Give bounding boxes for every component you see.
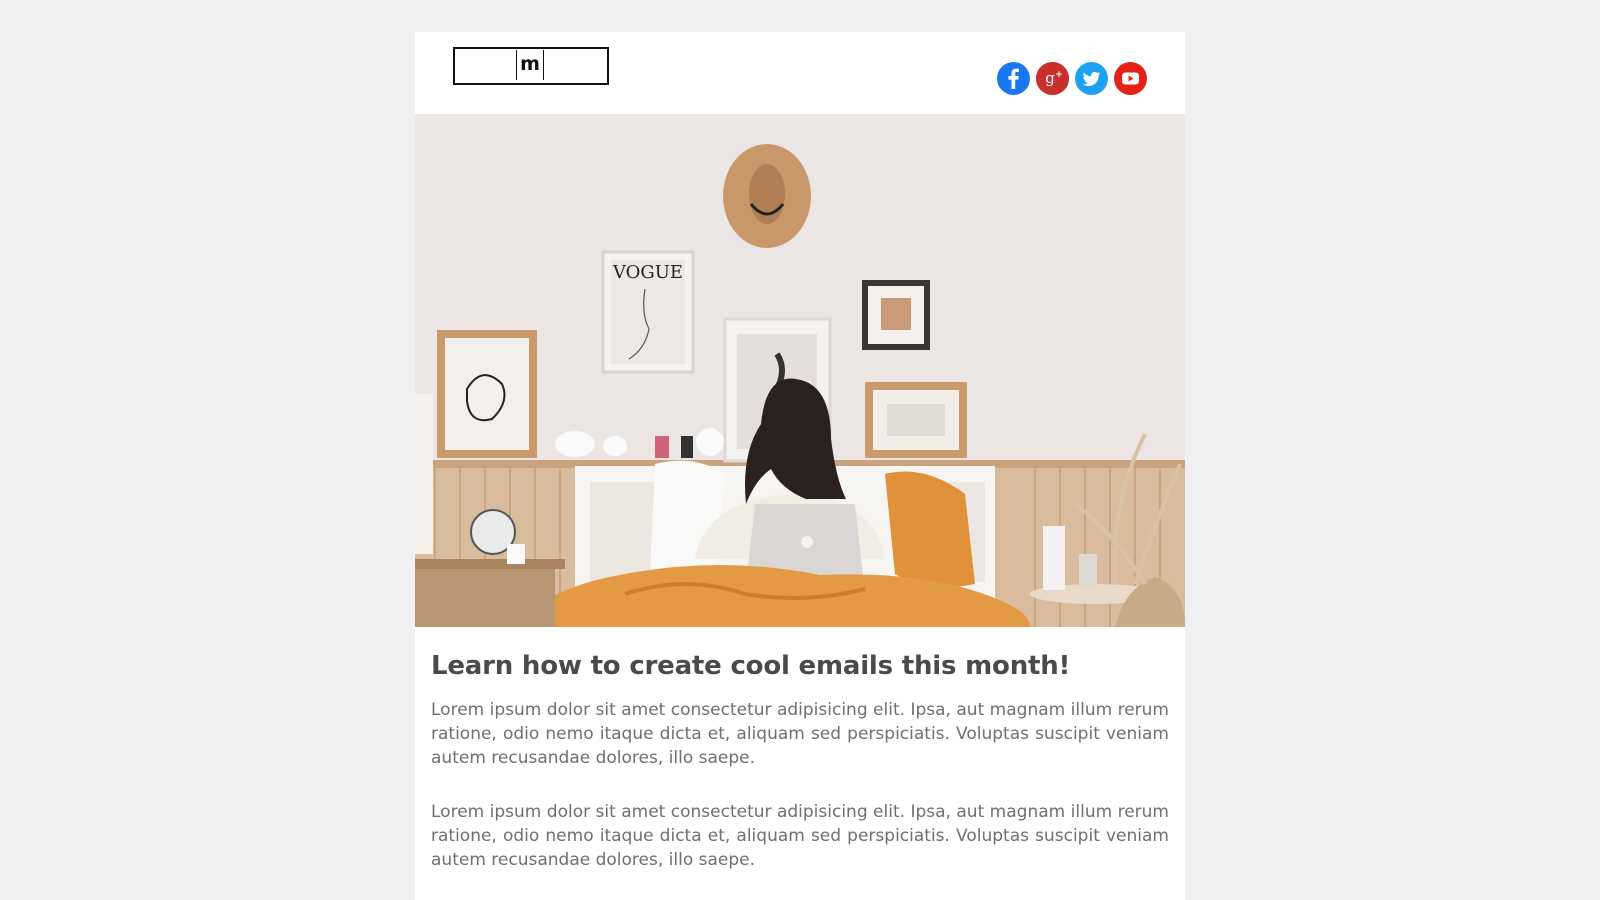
logo[interactable]: m	[453, 47, 609, 85]
article-paragraph: Lorem ipsum dolor sit amet consectetur a…	[431, 802, 1169, 870]
logo-mark: m	[516, 50, 544, 80]
social-links: g +	[997, 62, 1147, 95]
svg-text:+: +	[1055, 70, 1063, 80]
twitter-icon	[1083, 71, 1100, 86]
email-container: m g + VOGUE Learn how to create cool ema…	[415, 32, 1185, 900]
hero-illustration: VOGUE	[415, 114, 1185, 627]
facebook-link[interactable]	[997, 62, 1030, 95]
article-paragraph: Lorem ipsum dolor sit amet consectetur a…	[431, 700, 1169, 768]
poster-text: VOGUE	[612, 262, 683, 283]
facebook-icon	[1008, 68, 1019, 89]
twitter-link[interactable]	[1075, 62, 1108, 95]
youtube-icon	[1122, 72, 1139, 85]
svg-text:g: g	[1045, 69, 1055, 87]
youtube-link[interactable]	[1114, 62, 1147, 95]
article: Learn how to create cool emails this mon…	[431, 650, 1169, 900]
article-title: Learn how to create cool emails this mon…	[431, 651, 1071, 681]
google-plus-link[interactable]: g +	[1036, 62, 1069, 95]
email-header: m g +	[415, 32, 1185, 114]
google-plus-icon: g +	[1036, 62, 1069, 95]
hero-image: VOGUE	[415, 114, 1185, 627]
